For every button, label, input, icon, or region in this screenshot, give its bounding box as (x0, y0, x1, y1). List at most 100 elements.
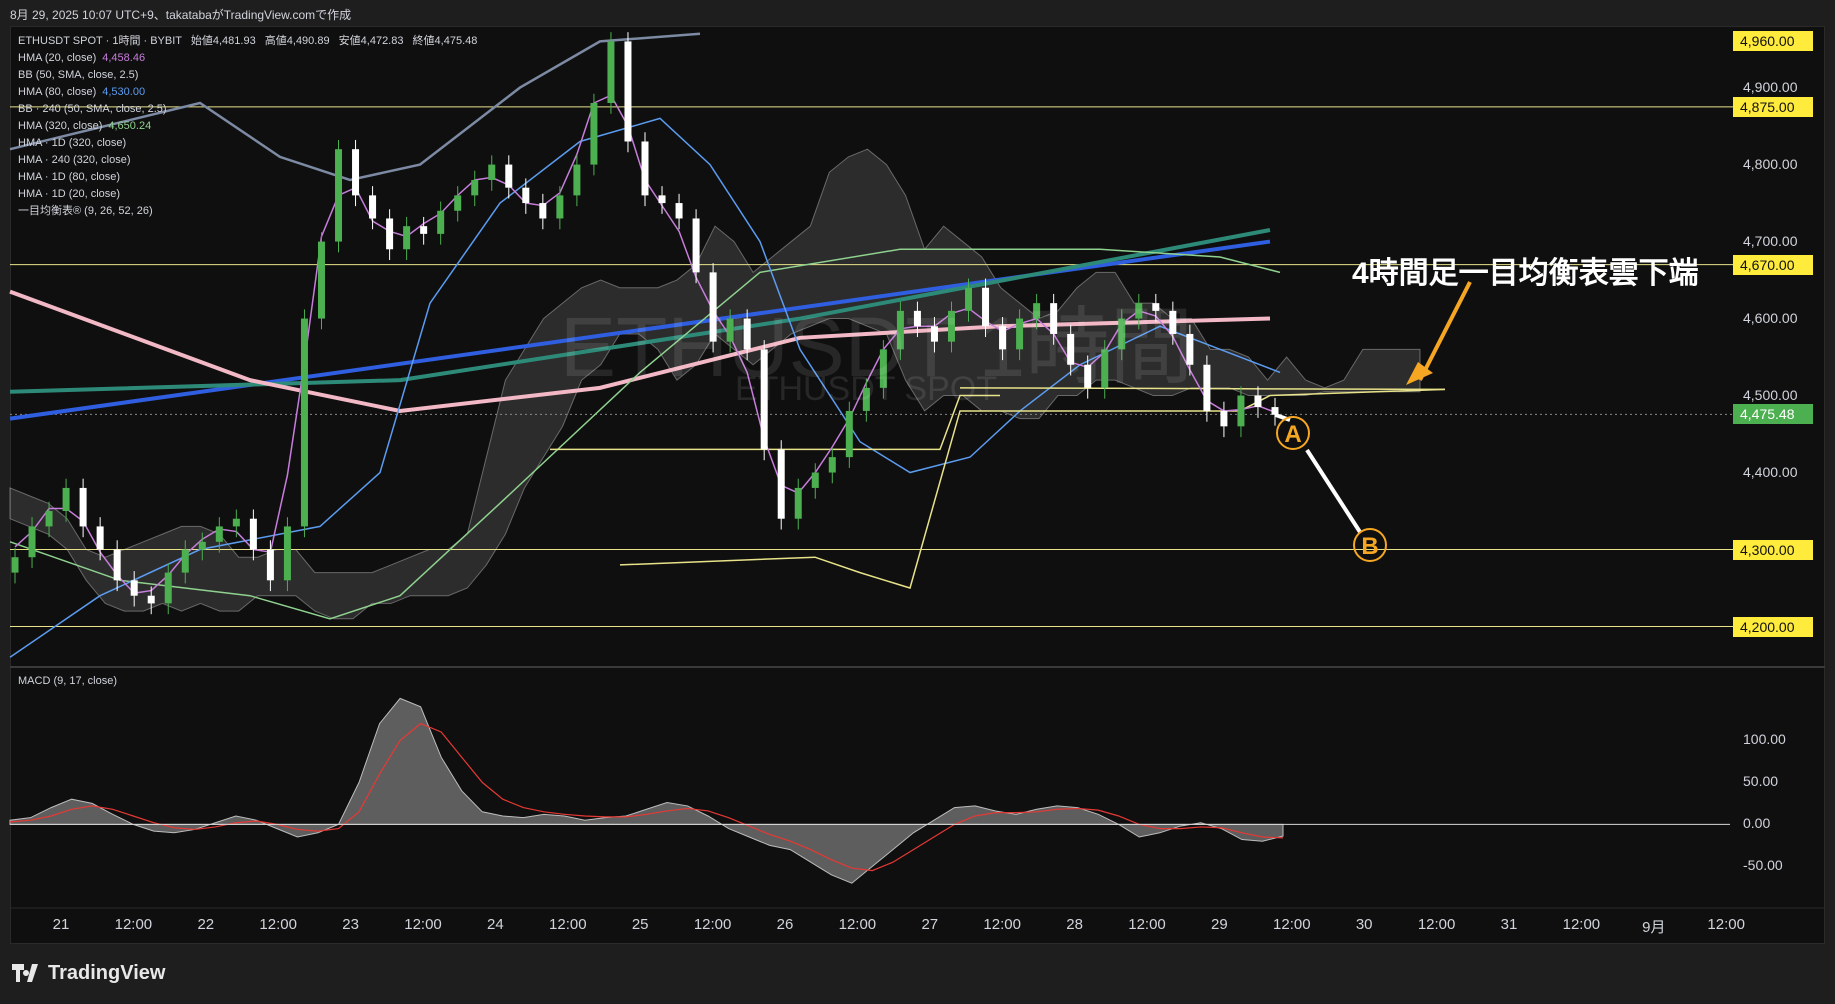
macd-signal-line (9, 722, 1284, 872)
candle-body (96, 526, 104, 550)
legend-close-label: 終値 (412, 35, 435, 47)
candle-body (692, 218, 700, 273)
time-axis-label: 27 (921, 916, 939, 933)
legend-indicator-row[interactable]: BB (50, SMA, close, 2.5) (18, 67, 477, 84)
macd-pane (9, 697, 1730, 884)
legend-indicator-name: HMA · 1D (320, close) (18, 137, 127, 149)
candle-body (573, 164, 581, 196)
candle-body (777, 449, 785, 519)
legend-indicator-name: HMA (80, close) (18, 86, 97, 98)
candle-body (45, 511, 53, 527)
legend-low-label: 安値 (338, 35, 361, 47)
legend-indicator-name: HMA · 240 (320, close) (18, 154, 131, 166)
point-b-badge[interactable]: B (1353, 528, 1387, 562)
annotation-title[interactable]: 4時間足一目均衡表雲下端 (1352, 248, 1699, 292)
candle-body (1220, 410, 1228, 427)
tradingview-logo[interactable]: TradingView (12, 962, 165, 985)
legend-symbol-line[interactable]: ETHUSDT SPOT · 1時間 · BYBIT 始値4,481.93 高値… (18, 33, 477, 50)
legend-indicator-row[interactable]: BB · 240 (50, SMA, close, 2.5) (18, 101, 477, 118)
annotation-arrow-shaft (1418, 281, 1472, 381)
price-axis-label: 4,400.00 (1743, 463, 1798, 480)
macd-label[interactable]: MACD (9, 17, close) (18, 675, 117, 687)
legend-indicator-row[interactable]: HMA (320, close) 4,650.24 (18, 118, 477, 135)
candle-body (811, 472, 819, 488)
legend-symbol: ETHUSDT SPOT · 1時間 · BYBIT (18, 35, 182, 47)
time-axis-label: 12:00 (1128, 916, 1166, 933)
watermark-subtitle: ETHUSDT SPOT (735, 370, 997, 408)
legend-indicator-name: HMA (320, close) (18, 120, 103, 132)
legend-indicator-row[interactable]: HMA (20, close) 4,458.46 (18, 50, 477, 67)
macd-axis-label: 100.00 (1743, 731, 1786, 748)
legend-high: 4,490.89 (286, 35, 330, 47)
price-level-tag[interactable]: 4,960.00 (1733, 31, 1813, 52)
legend-open-label: 始値 (190, 35, 213, 47)
legend-indicator-list: HMA (20, close) 4,458.46 BB (50, SMA, clos… (18, 50, 477, 220)
candle-body (505, 164, 513, 188)
candle-body (641, 141, 649, 196)
candle-body (420, 226, 428, 234)
time-axis-label: 29 (1211, 916, 1228, 933)
candle-body (130, 580, 138, 596)
macd-axis-label: 0.00 (1743, 815, 1771, 832)
current-price-tag[interactable]: 4,475.48 (1733, 404, 1813, 425)
candle-body (198, 541, 206, 550)
candle-body (522, 187, 530, 204)
candle-body (79, 487, 87, 527)
candle-body (28, 526, 36, 558)
price-axis-label: 4,700.00 (1743, 232, 1798, 249)
time-axis-label: 26 (776, 916, 794, 933)
candle-body (1254, 395, 1262, 408)
time-axis-label: 12:00 (259, 916, 297, 933)
candle-body (845, 410, 853, 458)
candle-body (675, 203, 683, 219)
legend: ETHUSDT SPOT · 1時間 · BYBIT 始値4,481.93 高値… (18, 33, 477, 220)
time-axis-label: 9月 (1642, 919, 1666, 936)
legend-indicator-row[interactable]: HMA · 1D (80, close) (18, 169, 477, 186)
projection-line-ab (1305, 448, 1362, 534)
price-level-tag[interactable]: 4,200.00 (1733, 616, 1813, 637)
time-axis-label: 28 (1066, 916, 1083, 933)
time-axis-label: 12:00 (549, 916, 587, 933)
time-axis-label: 31 (1500, 916, 1518, 933)
time-axis-label: 12:00 (693, 916, 732, 933)
candle-body (539, 203, 547, 219)
candle-body (386, 218, 394, 250)
price-level-tag[interactable]: 4,670.00 (1733, 254, 1813, 275)
candle-body (403, 226, 411, 250)
time-axis-label: 12:00 (1562, 916, 1601, 933)
time-axis-label: 12:00 (1417, 916, 1456, 933)
time-axis-label: 12:00 (404, 916, 442, 933)
legend-indicator-row[interactable]: HMA · 1D (320, close) (18, 135, 477, 152)
macd-histogram-area (9, 697, 1284, 884)
candle-body (11, 557, 19, 573)
price-level-tag[interactable]: 4,300.00 (1733, 539, 1813, 560)
candle-body (249, 518, 257, 550)
legend-high-label: 高値 (264, 35, 287, 47)
legend-close: 4,475.48 (434, 35, 478, 47)
candle-body (590, 102, 598, 165)
price-level-tag[interactable]: 4,875.00 (1733, 96, 1813, 117)
candle-body (215, 526, 223, 542)
legend-indicator-value: 4,650.24 (108, 120, 152, 132)
time-axis-label: 12:00 (1707, 916, 1745, 933)
time-axis-label: 22 (197, 916, 215, 933)
candle-body (283, 526, 291, 581)
legend-indicator-name: BB (50, SMA, close, 2.5) (18, 69, 139, 81)
footer: TradingView (0, 944, 1835, 1004)
legend-indicator-row[interactable]: 一目均衡表® (9, 26, 52, 26) (18, 203, 477, 220)
brand-name: TradingView (48, 962, 166, 984)
candle-body (164, 572, 172, 604)
candle-body (300, 318, 308, 527)
point-a-badge[interactable]: A (1276, 416, 1310, 450)
time-axis-label: 25 (631, 916, 649, 933)
candle-body (658, 195, 666, 204)
legend-indicator-row[interactable]: HMA (80, close) 4,530.00 (18, 84, 477, 101)
macd-axis-label: -50.00 (1743, 857, 1783, 874)
legend-low: 4,472.83 (360, 35, 404, 47)
candle-body (232, 518, 240, 527)
legend-indicator-name: BB · 240 (50, SMA, close, 2.5) (18, 103, 167, 115)
legend-indicator-row[interactable]: HMA · 1D (20, close) (18, 186, 477, 203)
candle-body (828, 457, 836, 473)
price-axis-label: 4,900.00 (1743, 78, 1798, 95)
legend-indicator-row[interactable]: HMA · 240 (320, close) (18, 152, 477, 169)
